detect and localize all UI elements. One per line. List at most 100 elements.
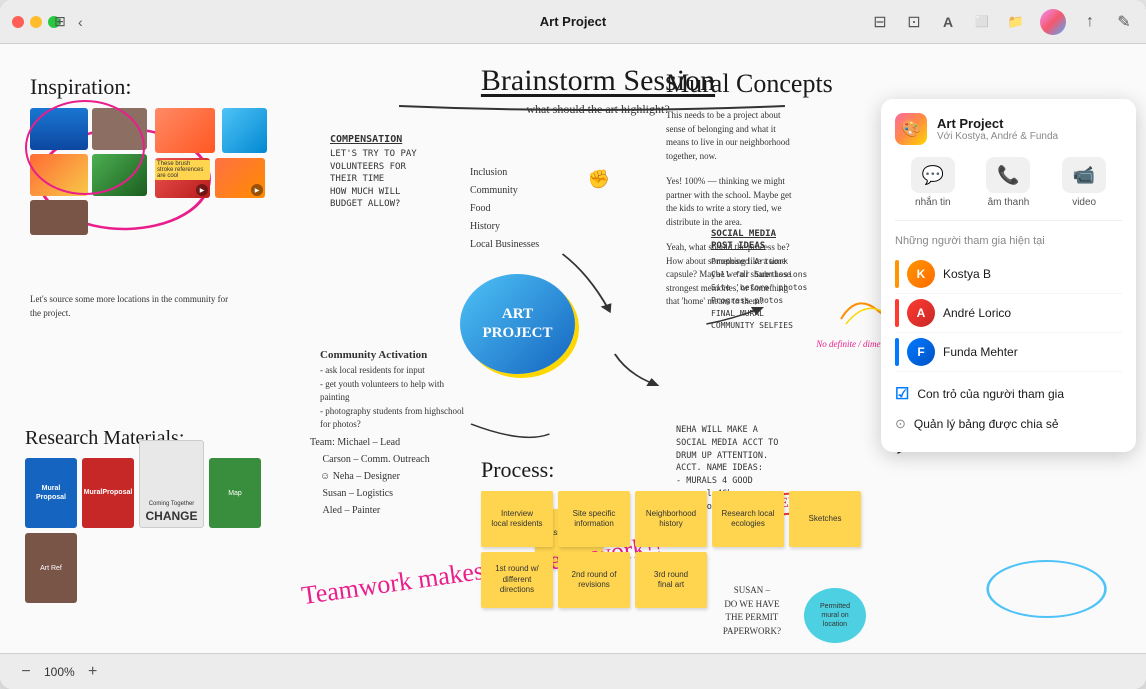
community-list: InclusionCommunityFoodHistoryLocal Busin… bbox=[470, 164, 580, 254]
book-1: Mural Proposal bbox=[25, 458, 77, 528]
change-book: Coming Together CHANGE bbox=[139, 440, 204, 528]
collab-title-block: Art Project Với Kostya, André & Funda bbox=[937, 116, 1058, 142]
art-project-circle: ARTPROJECT bbox=[460, 274, 575, 374]
compensation-title: COMPENSATION bbox=[330, 134, 460, 145]
cursor-check-icon: ☑ bbox=[895, 384, 909, 404]
participant-kostya: K Kostya B bbox=[895, 255, 1122, 294]
mural-location-note: Permittedmural onlocation bbox=[804, 588, 866, 643]
team-members: Team: Michael – Lead Carson – Comm. Outr… bbox=[310, 434, 490, 519]
main-window: ⊞ ‹ Art Project ⊟ ⊡ A ⬜ 📁 ↑ ✎ bbox=[0, 0, 1146, 689]
photo-2 bbox=[92, 108, 147, 150]
process-step-6: 1st round w/differentdirections bbox=[481, 552, 553, 608]
titlebar-center: Art Project bbox=[540, 14, 606, 29]
andre-name: André Lorico bbox=[943, 306, 1011, 320]
kostya-name: Kostya B bbox=[943, 267, 991, 281]
collab-header: 🎨 Art Project Với Kostya, André & Funda bbox=[895, 113, 1122, 145]
process-step-1: Interviewlocal residents bbox=[481, 491, 553, 547]
zoom-in-button[interactable]: + bbox=[83, 662, 103, 682]
funda-name: Funda Mehter bbox=[943, 345, 1018, 359]
process-step-5: Sketches bbox=[789, 491, 861, 547]
board-option-label: Quản lý bảng được chia sẻ bbox=[914, 417, 1059, 431]
sidebar-toggle-button[interactable]: ⊞ bbox=[50, 12, 70, 32]
cursor-option[interactable]: ☑ Con trỏ của người tham gia bbox=[895, 378, 1122, 410]
mural-section: Mural Concepts This needs to be a projec… bbox=[666, 69, 876, 309]
inspiration-title: Inspiration: bbox=[30, 74, 310, 100]
grid-view-icon[interactable]: ⊡ bbox=[904, 12, 924, 32]
inspiration-photos: ▶ ▶ These brush stroke references are co… bbox=[30, 108, 270, 238]
audio-icon: 📞 bbox=[986, 157, 1030, 193]
photo-6 bbox=[155, 108, 215, 153]
team-section: Team: Michael – Lead Carson – Comm. Outr… bbox=[310, 434, 490, 519]
process-title: Process: bbox=[481, 457, 881, 483]
inspiration-note: Let's source some more locations in the … bbox=[30, 293, 230, 320]
photo-9: ▶ bbox=[215, 158, 265, 198]
process-step-3: Neighborhoodhistory bbox=[635, 491, 707, 547]
community-emoji: ✊ bbox=[588, 169, 610, 190]
compensation-text: LET'S TRY TO PAYVOLUNTEERS FORTHEIR TIME… bbox=[330, 148, 460, 211]
process-step-8: 3rd roundfinal art bbox=[635, 552, 707, 608]
message-label: nhắn tin bbox=[915, 197, 951, 208]
board-option[interactable]: ⊙ Quản lý bảng được chia sẻ bbox=[895, 410, 1122, 438]
close-button[interactable] bbox=[12, 16, 24, 28]
book-2: MuralProposal bbox=[82, 458, 134, 528]
photo-sticky-note: These brush stroke references are cool bbox=[155, 160, 210, 180]
book-5: Art Ref bbox=[25, 533, 77, 603]
audio-label: âm thanh bbox=[988, 197, 1030, 208]
video-icon: 📹 bbox=[1062, 157, 1106, 193]
window-title: Art Project bbox=[540, 14, 606, 29]
zoom-out-button[interactable]: − bbox=[16, 662, 36, 682]
process-section: Process: Interviewlocal residents Site s… bbox=[481, 457, 881, 608]
photo-5 bbox=[30, 200, 88, 235]
photo-4 bbox=[92, 154, 147, 196]
board-option-icon: ⊙ bbox=[895, 416, 906, 432]
edit-button[interactable]: ✎ bbox=[1114, 12, 1134, 32]
participant-funda: F Funda Mehter bbox=[895, 333, 1122, 372]
participant-andre: A André Lorico bbox=[895, 294, 1122, 333]
minimize-button[interactable] bbox=[30, 16, 42, 28]
bottom-bar: − 100% + bbox=[0, 653, 1146, 689]
collab-actions: 💬 nhắn tin 📞 âm thanh 📹 video bbox=[895, 157, 1122, 221]
titlebar: ⊞ ‹ Art Project ⊟ ⊡ A ⬜ 📁 ↑ ✎ bbox=[0, 0, 1146, 44]
process-step-2: Site specificinformation bbox=[558, 491, 630, 547]
process-step-7: 2nd round ofrevisions bbox=[558, 552, 630, 608]
message-action[interactable]: 💬 nhắn tin bbox=[911, 157, 955, 208]
share-button[interactable]: ↑ bbox=[1080, 12, 1100, 32]
user-avatar[interactable] bbox=[1040, 9, 1066, 35]
mural-note-2: Yes! 100% — thinking we might partner wi… bbox=[666, 175, 876, 229]
inspiration-section: Inspiration: bbox=[30, 74, 310, 320]
list-view-icon[interactable]: ⊟ bbox=[870, 12, 890, 32]
andre-avatar: A bbox=[907, 299, 935, 327]
main-canvas: Inspiration: bbox=[0, 44, 1146, 653]
community-items: InclusionCommunityFoodHistoryLocal Busin… bbox=[470, 164, 580, 254]
text-tool-icon[interactable]: A bbox=[938, 12, 958, 32]
susan-note: SUSAN –DO WE HAVETHE PERMITPAPERWORK? bbox=[723, 584, 781, 638]
kostya-avatar: K bbox=[907, 260, 935, 288]
back-button[interactable]: ‹ bbox=[78, 14, 83, 30]
collaboration-panel: 🎨 Art Project Với Kostya, André & Funda … bbox=[881, 99, 1136, 452]
shape-tool-icon[interactable]: ⬜ bbox=[972, 12, 992, 32]
zoom-level: 100% bbox=[44, 665, 75, 679]
collab-title: Art Project bbox=[937, 116, 1058, 131]
video-action[interactable]: 📹 video bbox=[1062, 157, 1106, 208]
participants-section-title: Những người tham gia hiện tại bbox=[895, 235, 1122, 247]
toolbar: ⊟ ⊡ A ⬜ 📁 ↑ ✎ bbox=[870, 9, 1134, 35]
folder-icon[interactable]: 📁 bbox=[1006, 12, 1026, 32]
community-activation: Community Activation - ask local residen… bbox=[320, 349, 475, 432]
activation-title: Community Activation bbox=[320, 349, 475, 361]
collab-subtitle: Với Kostya, André & Funda bbox=[937, 131, 1058, 142]
funda-color bbox=[895, 338, 899, 366]
andre-color bbox=[895, 299, 899, 327]
compensation-box: COMPENSATION LET'S TRY TO PAYVOLUNTEERS … bbox=[330, 134, 460, 211]
audio-action[interactable]: 📞 âm thanh bbox=[986, 157, 1030, 208]
research-section: Research Materials: Mural Proposal Mural… bbox=[25, 427, 310, 603]
photo-7 bbox=[222, 108, 267, 153]
mural-title: Mural Concepts bbox=[666, 69, 876, 99]
book-grid: Mural Proposal MuralProposal Coming Toge… bbox=[25, 458, 310, 603]
collab-app-icon: 🎨 bbox=[895, 113, 927, 145]
cursor-option-label: Con trỏ của người tham gia bbox=[917, 387, 1064, 401]
message-icon: 💬 bbox=[911, 157, 955, 193]
book-4: Map bbox=[209, 458, 261, 528]
activation-items: - ask local residents for input - get yo… bbox=[320, 364, 475, 432]
video-label: video bbox=[1072, 197, 1096, 208]
photo-3 bbox=[30, 154, 88, 196]
